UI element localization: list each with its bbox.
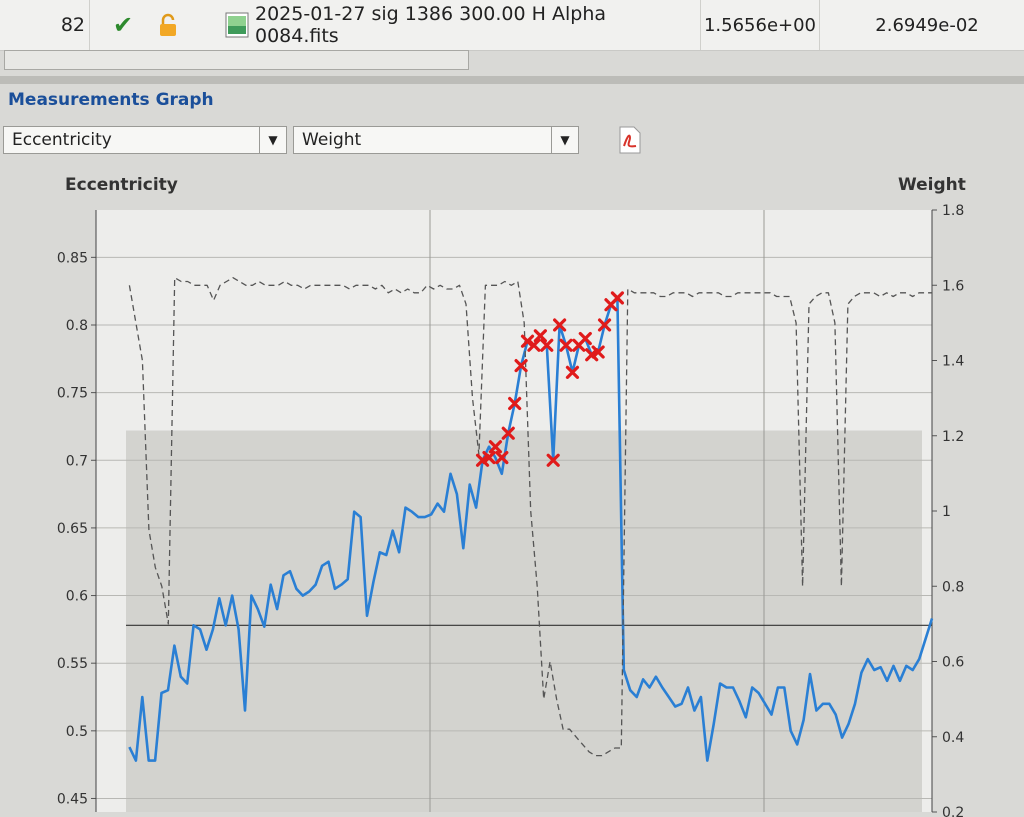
y-tick-label: 0.65 [57,521,88,537]
y-tick-label: 0.6 [66,589,88,605]
check-icon: ✔ [112,11,134,39]
y2-tick-label: 0.8 [942,579,964,595]
panel-title: Measurements Graph [8,90,214,110]
table-row[interactable]: 82 ✔ 2025-01-27 sig 1386 300.00 H Alpha … [0,0,1024,51]
measure-value-2: 2.6949e-02 [875,14,979,36]
chevron-down-icon[interactable]: ▼ [259,127,286,153]
y2-tick-label: 1 [942,504,951,520]
y-tick-label: 0.8 [66,318,88,334]
y-tick-label: 0.85 [57,250,88,266]
y-tick-label: 0.45 [57,791,88,807]
y2-tick-label: 1.6 [942,278,964,294]
y2-tick-label: 1.2 [942,429,964,445]
measurements-chart[interactable]: 0.85 0.8 0.75 0.7 0.65 0.6 0.55 0.5 0.45 1.8 1.6 1.… [0,190,1024,817]
left-measure-value: Eccentricity [12,130,112,150]
y2-tick-label: 0.2 [942,805,964,817]
y2-tick-label: 1.4 [942,354,964,370]
y2-tick-label: 0.6 [942,655,964,671]
right-measure-value: Weight [302,130,362,150]
measure-value-1: 1.5656e+00 [700,0,820,50]
lock-open-icon[interactable] [158,0,188,50]
y2-tick-label: 1.8 [942,203,964,219]
y-tick-label: 0.5 [66,724,88,740]
file-name: 2025-01-27 sig 1386 300.00 H Alpha 0084.… [255,3,606,47]
y-tick-label: 0.75 [57,386,88,402]
y-tick-label: 0.7 [66,453,88,469]
right-measure-select[interactable]: Weight ▼ [293,126,579,154]
y2-tick-label: 0.4 [942,730,964,746]
chevron-down-icon[interactable]: ▼ [551,127,578,153]
image-file-icon [225,0,251,50]
y-tick-label: 0.55 [57,656,88,672]
shaded-band [126,430,922,812]
pdf-export-icon[interactable] [618,126,642,154]
panel-splitter[interactable] [0,76,1024,84]
left-measure-select[interactable]: Eccentricity ▼ [3,126,287,154]
row-index: 82 [0,0,90,50]
horizontal-scrollbar[interactable] [4,50,469,70]
